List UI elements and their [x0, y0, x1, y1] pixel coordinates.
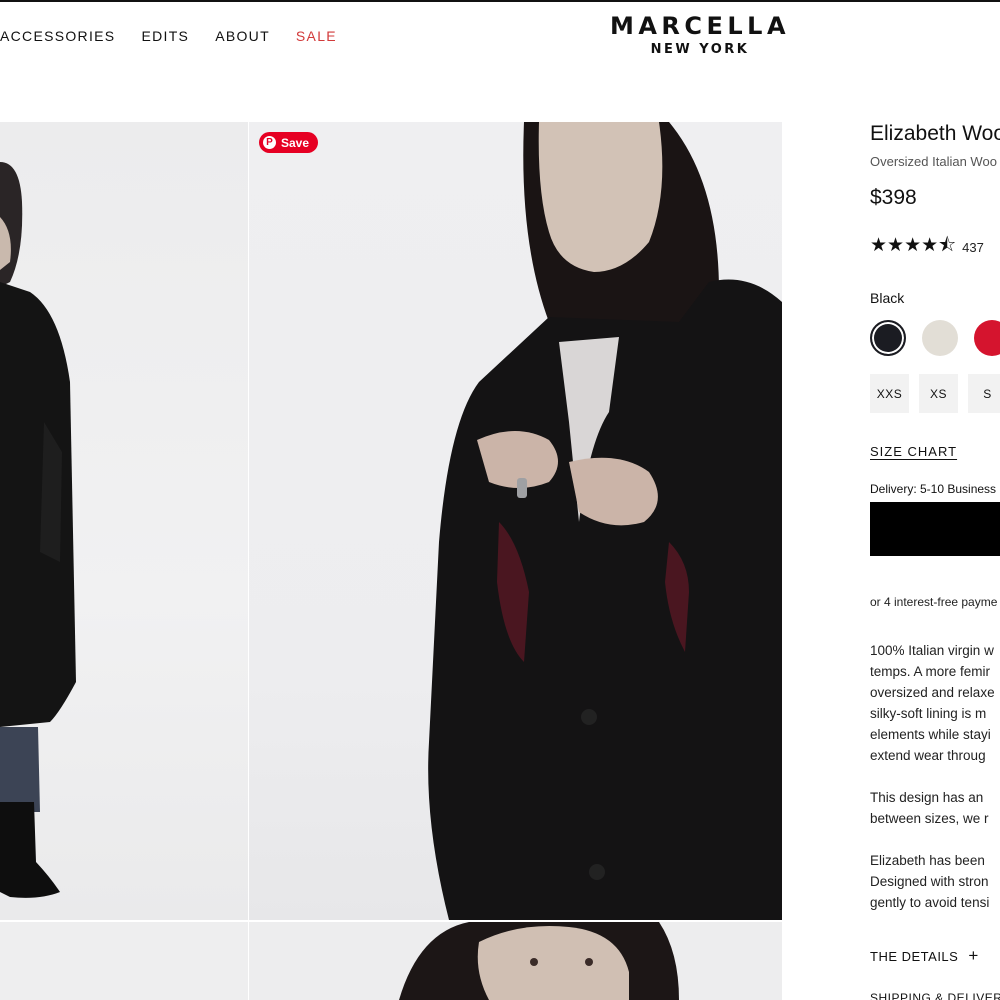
- top-border: [0, 0, 1000, 2]
- pinterest-icon: P: [263, 136, 276, 149]
- selected-color-label: Black: [870, 290, 905, 306]
- main-nav: ACCESSORIES EDITS ABOUT SALE: [0, 28, 363, 44]
- nav-item-accessories[interactable]: ACCESSORIES: [0, 28, 115, 44]
- logo-brand: MARCELLA: [609, 12, 791, 40]
- add-to-bag-button[interactable]: [870, 502, 1000, 556]
- pinterest-save-button[interactable]: P Save: [259, 132, 319, 153]
- size-option-xs[interactable]: XS: [919, 374, 958, 413]
- size-option-s[interactable]: S: [968, 374, 1000, 413]
- swatch-black[interactable]: [870, 320, 906, 356]
- product-price: $398: [870, 186, 917, 209]
- details-label: THE DETAILS: [870, 948, 959, 964]
- description-paragraph-2: This design has an between sizes, we r: [870, 787, 989, 829]
- desc3-line: gently to avoid tensi: [870, 895, 990, 910]
- product-gallery: [0, 122, 782, 1000]
- swatch-cream[interactable]: [922, 320, 958, 356]
- product-title: Elizabeth Woo: [870, 122, 1000, 145]
- desc1-line: oversized and relaxe: [870, 685, 995, 700]
- color-swatches: [870, 320, 1000, 356]
- product-rating[interactable]: ★★★★⯪ 437: [870, 231, 984, 263]
- product-links: SIZE CHART F: [870, 444, 1000, 459]
- desc3-line: Designed with stron: [870, 874, 989, 889]
- shipping-accordion[interactable]: SHIPPING & DELIVERY: [870, 991, 1000, 1000]
- desc1-line: 100% Italian virgin w: [870, 643, 994, 658]
- installment-payment-info: or 4 interest-free payme: [870, 595, 998, 609]
- size-option-xxs[interactable]: XXS: [870, 374, 909, 413]
- product-image-thumb-right[interactable]: [249, 922, 782, 1000]
- nav-item-about[interactable]: ABOUT: [215, 28, 270, 44]
- desc2-line: This design has an: [870, 790, 984, 805]
- details-accordion[interactable]: THE DETAILS +: [870, 946, 979, 966]
- desc1-line: temps. A more femir: [870, 664, 991, 679]
- nav-item-edits[interactable]: EDITS: [141, 28, 189, 44]
- product-image-thumb-left[interactable]: [0, 922, 248, 1000]
- rating-stars-icon: ★★★★⯪: [870, 235, 957, 256]
- desc1-line: extend wear throug: [870, 748, 986, 763]
- delivery-info: Delivery: 5-10 Business: [870, 482, 997, 496]
- brand-logo[interactable]: MARCELLA NEW YORK: [600, 12, 800, 57]
- pinterest-save-label: Save: [281, 135, 310, 150]
- desc2-line: between sizes, we r: [870, 811, 989, 826]
- product-image-closeup[interactable]: [249, 122, 782, 920]
- product-image-full-length[interactable]: [0, 122, 248, 920]
- swatch-red[interactable]: [974, 320, 1000, 356]
- desc1-line: silky-soft lining is m: [870, 706, 987, 721]
- desc3-line: Elizabeth has been: [870, 853, 985, 868]
- description-paragraph-1: 100% Italian virgin w temps. A more femi…: [870, 640, 995, 766]
- product-subtitle: Oversized Italian Woo: [870, 154, 997, 169]
- logo-city: NEW YORK: [650, 42, 750, 57]
- description-paragraph-3: Elizabeth has been Designed with stron g…: [870, 850, 989, 913]
- desc1-line: elements while stayi: [870, 727, 991, 742]
- size-selector: XXS XS S: [870, 374, 1000, 413]
- rating-count: 437: [962, 239, 984, 255]
- size-chart-link[interactable]: SIZE CHART: [870, 444, 957, 459]
- product-details-panel: Elizabeth Woo Oversized Italian Woo $398…: [870, 0, 1000, 1000]
- plus-icon: +: [968, 946, 979, 965]
- nav-item-sale[interactable]: SALE: [296, 28, 337, 44]
